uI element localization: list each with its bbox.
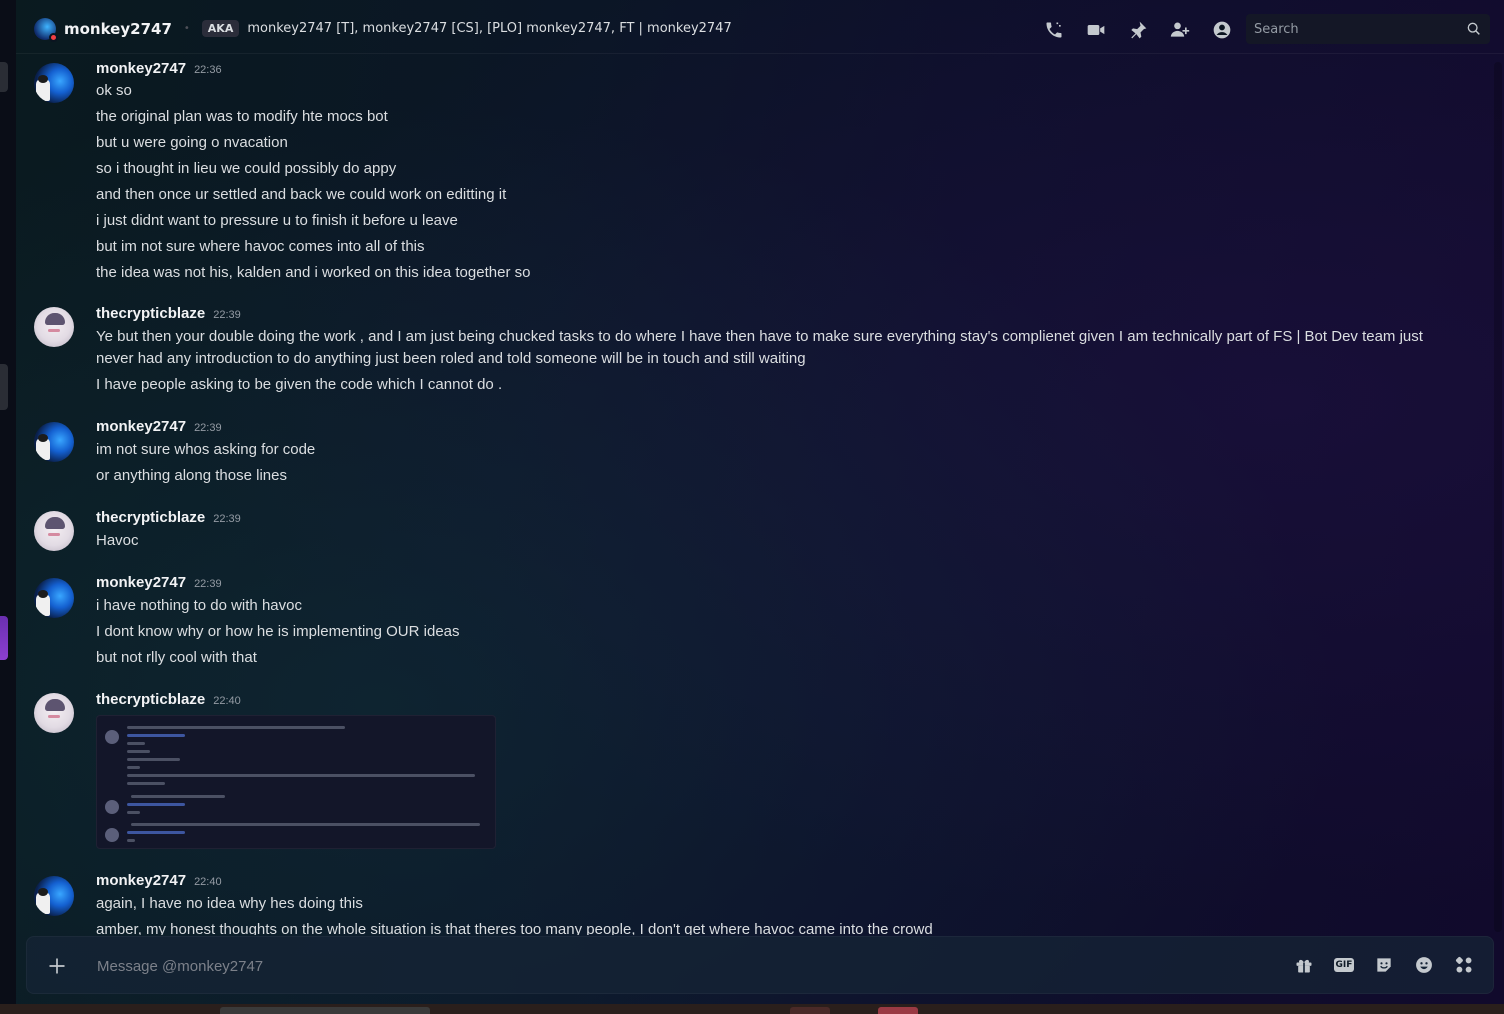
attachment-avatar — [105, 828, 119, 842]
add-friends-icon[interactable] — [1168, 18, 1192, 42]
attachment-line — [131, 823, 480, 826]
message-text: I dont know why or how he is implementin… — [96, 623, 460, 640]
message-author[interactable]: monkey2747 — [96, 574, 186, 591]
separator-dot: • — [183, 23, 190, 34]
avatar[interactable] — [34, 17, 58, 42]
message-timestamp: 22:39 — [213, 309, 241, 321]
server-rail-edge — [0, 0, 16, 1004]
avatar[interactable] — [34, 578, 74, 618]
scrollbar[interactable] — [1494, 62, 1502, 932]
attachment-line — [127, 774, 475, 777]
search-input[interactable] — [1254, 21, 1466, 37]
message-timestamp: 22:40 — [213, 695, 241, 707]
emoji-icon[interactable] — [1413, 954, 1435, 976]
phone-call-icon[interactable] — [1042, 18, 1066, 42]
message-text: amber, my honest thoughts on the whole s… — [96, 921, 933, 935]
attachment-line — [127, 766, 140, 769]
search-icon[interactable] — [1466, 21, 1482, 37]
avatar[interactable] — [34, 693, 74, 733]
attachment-line — [127, 782, 165, 785]
message-timestamp: 22:36 — [194, 64, 222, 76]
attachment-line — [127, 734, 185, 737]
attachment-line — [127, 811, 140, 814]
message-timestamp: 22:39 — [194, 422, 222, 434]
message-text: or anything along those lines — [96, 467, 287, 484]
pin-icon[interactable] — [1126, 18, 1150, 42]
taskbar — [0, 1004, 1504, 1014]
attachment-line — [127, 803, 185, 806]
aka-names: monkey2747 [T], monkey2747 [CS], [PLO] m… — [247, 21, 732, 36]
message-text: im not sure whos asking for code — [96, 441, 316, 458]
taskbar-item[interactable] — [878, 1007, 918, 1014]
message-timestamp: 22:40 — [194, 876, 222, 888]
avatar[interactable] — [34, 876, 74, 916]
message-author[interactable]: thecrypticblaze — [96, 691, 205, 708]
message-text: and then once ur settled and back we cou… — [96, 186, 507, 203]
message-text: ok so — [96, 82, 132, 99]
gift-icon[interactable] — [1293, 954, 1315, 976]
message-text: so i thought in lieu we could possibly d… — [96, 160, 397, 177]
message-text: Havoc — [96, 532, 139, 549]
user-profile-icon[interactable] — [1210, 18, 1234, 42]
message-text: but not rlly cool with that — [96, 649, 257, 666]
gif-label: GIF — [1333, 958, 1355, 972]
plus-icon — [49, 958, 65, 974]
video-call-icon[interactable] — [1084, 18, 1108, 42]
taskbar-item[interactable] — [220, 1007, 430, 1014]
image-attachment[interactable] — [96, 715, 496, 849]
attachment-line — [127, 758, 180, 761]
search-box[interactable] — [1246, 14, 1490, 44]
avatar[interactable] — [34, 511, 74, 551]
chat-window: monkey2747 • AKA monkey2747 [T], monkey2… — [0, 0, 1504, 1004]
attach-button[interactable] — [43, 952, 71, 980]
message-author[interactable]: thecrypticblaze — [96, 305, 205, 322]
attachment-line — [127, 750, 150, 753]
dm-header: monkey2747 • AKA monkey2747 [T], monkey2… — [16, 4, 1504, 54]
message-author[interactable]: monkey2747 — [96, 872, 186, 889]
gif-icon[interactable]: GIF — [1333, 954, 1355, 976]
avatar[interactable] — [34, 63, 74, 103]
sticker-icon[interactable] — [1373, 954, 1395, 976]
composer-toolbar: GIF — [1293, 954, 1475, 976]
attachment-avatar — [105, 800, 119, 814]
message-text: Ye but then your double doing the work ,… — [96, 328, 1423, 367]
message-list: monkey2747 22:36 ok so the original plan… — [16, 55, 1488, 935]
message-text: again, I have no idea why hes doing this — [96, 895, 363, 912]
message-text: i just didnt want to pressure u to finis… — [96, 212, 458, 229]
aka-badge: AKA — [201, 20, 240, 37]
message-timestamp: 22:39 — [213, 513, 241, 525]
attachment-line — [127, 839, 135, 842]
status-badge — [49, 32, 58, 42]
attachment-avatar — [105, 730, 119, 744]
message-text: the idea was not his, kalden and i worke… — [96, 264, 531, 281]
message-input[interactable] — [97, 954, 1247, 978]
message-text: but im not sure where havoc comes into a… — [96, 238, 425, 255]
attachment-line — [131, 795, 225, 798]
apps-icon[interactable] — [1453, 954, 1475, 976]
message-text: i have nothing to do with havoc — [96, 597, 302, 614]
message-author[interactable]: thecrypticblaze — [96, 509, 205, 526]
message-timestamp: 22:39 — [194, 578, 222, 590]
message-author[interactable]: monkey2747 — [96, 418, 186, 435]
scroll-indicator — [0, 62, 8, 92]
attachment-line — [127, 726, 345, 729]
message-text: I have people asking to be given the cod… — [96, 376, 503, 393]
avatar[interactable] — [34, 422, 74, 462]
message-text: the original plan was to modify hte mocs… — [96, 108, 388, 125]
dm-username[interactable]: monkey2747 — [64, 20, 172, 38]
taskbar-item[interactable] — [790, 1007, 830, 1014]
message-author[interactable]: monkey2747 — [96, 60, 186, 77]
message-text: but u were going o nvacation — [96, 134, 288, 151]
unread-pill[interactable] — [0, 364, 8, 410]
header-toolbar — [1042, 18, 1234, 42]
avatar[interactable] — [34, 307, 74, 347]
message-composer: GIF — [26, 936, 1494, 994]
attachment-line — [127, 742, 145, 745]
attachment-line — [127, 831, 185, 834]
server-pill[interactable] — [0, 616, 8, 660]
